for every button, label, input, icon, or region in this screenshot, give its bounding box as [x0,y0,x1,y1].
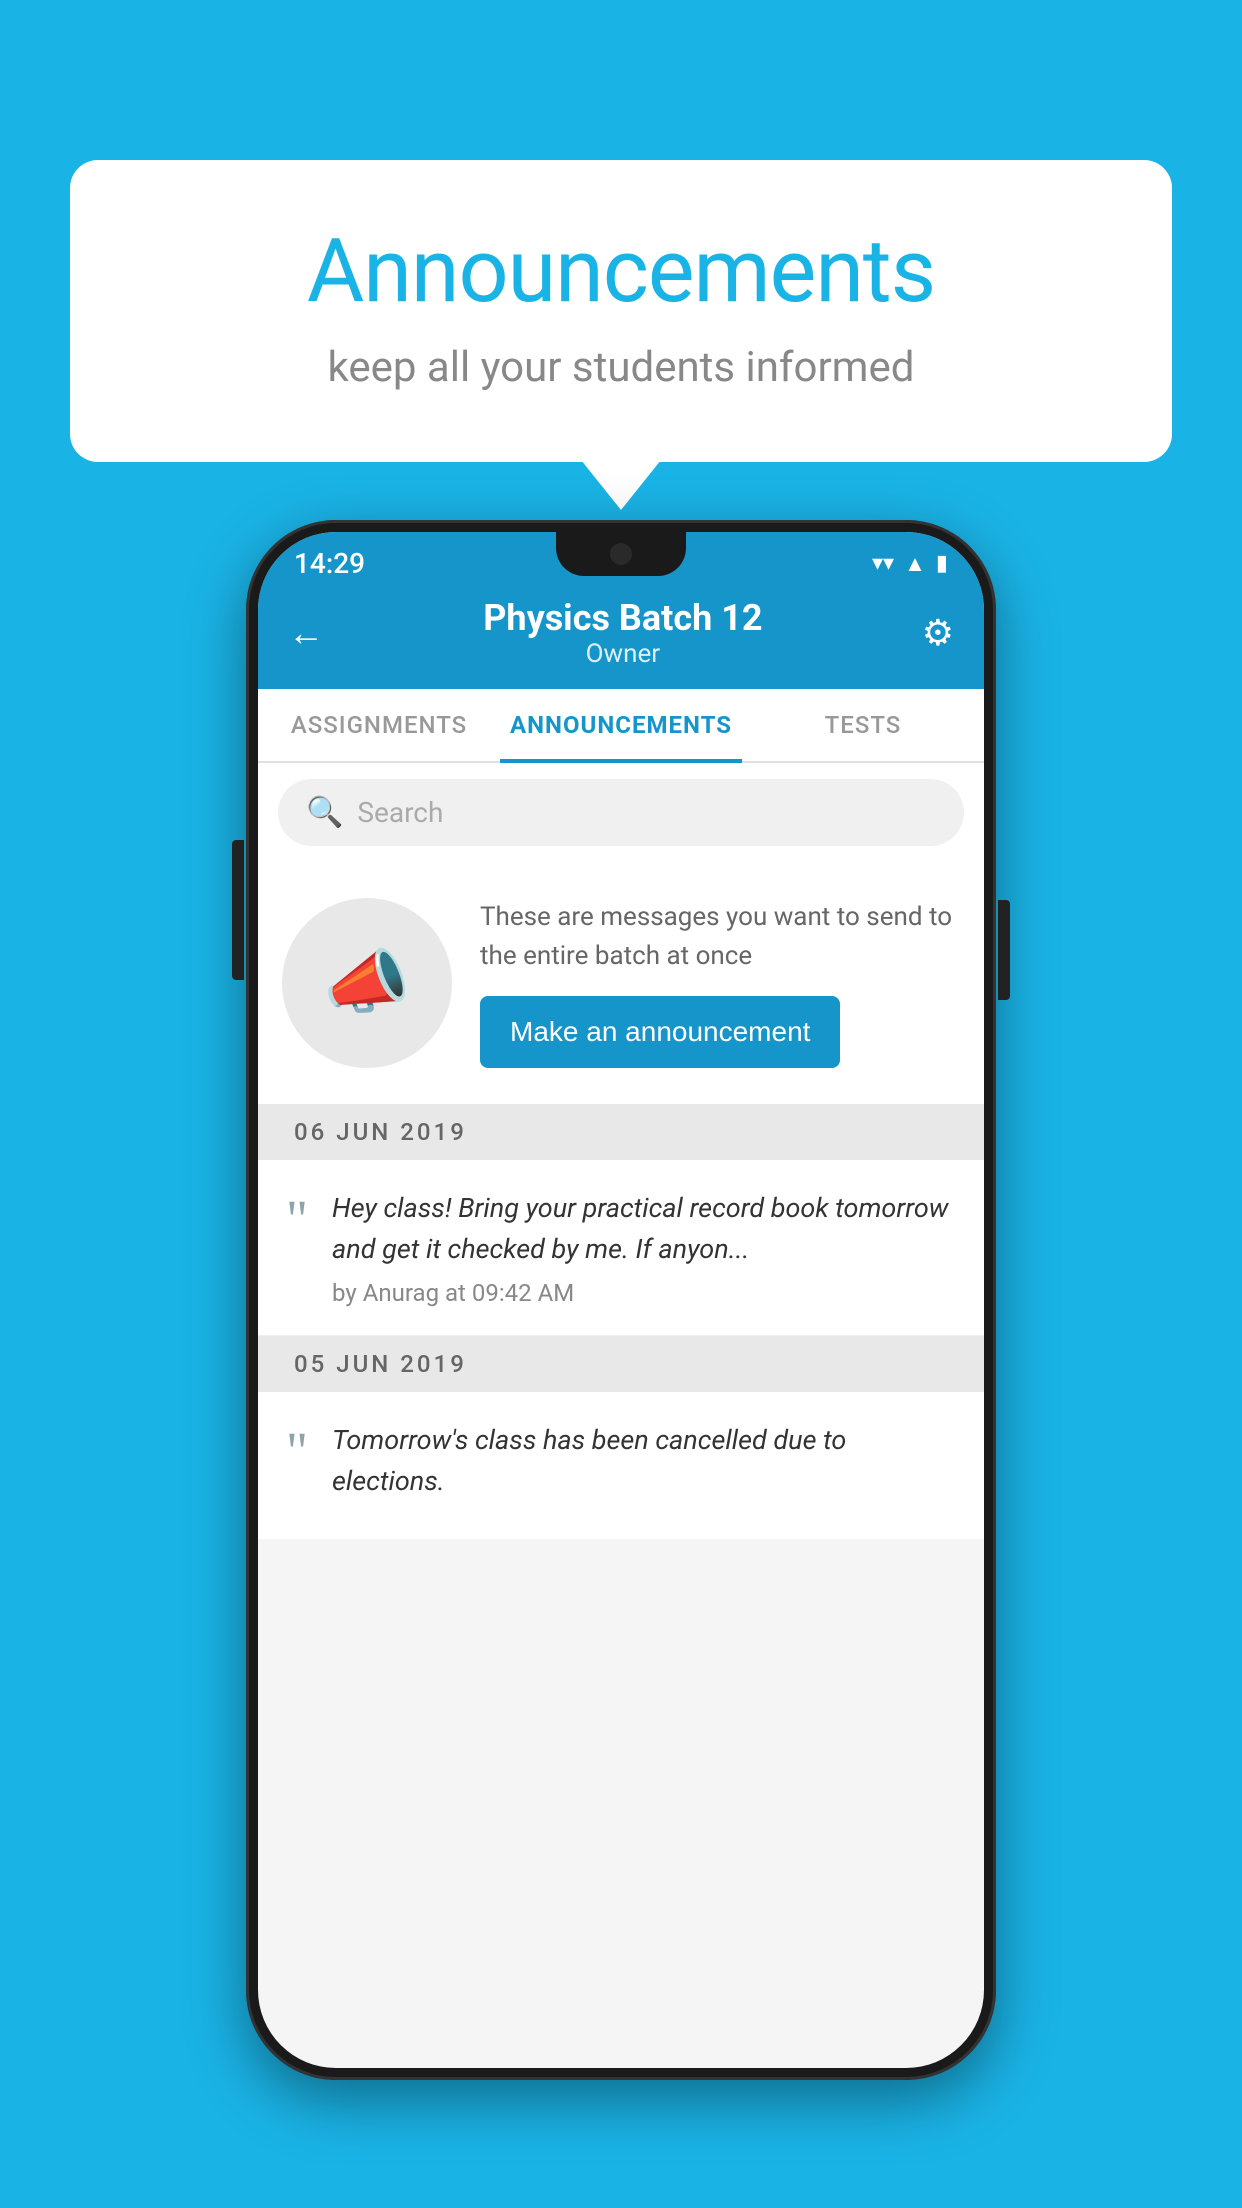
tabs-bar: ASSIGNMENTS ANNOUNCEMENTS TESTS [258,689,984,763]
megaphone-circle: 📣 [282,898,452,1068]
bubble-title: Announcements [150,220,1092,323]
front-camera [610,543,632,565]
settings-icon[interactable]: ⚙ [922,612,954,654]
tab-tests[interactable]: TESTS [742,689,984,761]
intro-section: Announcements keep all your students inf… [70,160,1172,462]
header-title: Physics Batch 12 [324,597,922,639]
phone-outer: 14:29 ▾▾ ▲ ▮ ← Physics Batch 12 Owner ⚙ [246,520,996,2080]
megaphone-icon: 📣 [323,942,410,1024]
date-separator-1: 06 JUN 2019 [258,1104,984,1160]
prompt-content: These are messages you want to send to t… [480,898,960,1068]
announcement-item-1[interactable]: " Hey class! Bring your practical record… [258,1160,984,1336]
speech-bubble: Announcements keep all your students inf… [70,160,1172,462]
announcement-meta-1: by Anurag at 09:42 AM [332,1279,956,1307]
announcement-content-2: Tomorrow's class has been cancelled due … [332,1420,956,1511]
status-time: 14:29 [294,547,365,580]
date-separator-2: 05 JUN 2019 [258,1336,984,1392]
make-announcement-button[interactable]: Make an announcement [480,996,840,1068]
signal-icon: ▲ [904,551,926,577]
announcement-prompt: 📣 These are messages you want to send to… [258,862,984,1104]
quote-icon-2: " [286,1424,308,1478]
search-input[interactable]: Search [357,796,443,829]
header-center: Physics Batch 12 Owner [324,597,922,669]
announcement-text-2: Tomorrow's class has been cancelled due … [332,1420,956,1501]
announcement-item-2[interactable]: " Tomorrow's class has been cancelled du… [258,1392,984,1539]
prompt-description: These are messages you want to send to t… [480,898,960,976]
announcement-text-1: Hey class! Bring your practical record b… [332,1188,956,1269]
quote-icon-1: " [286,1192,308,1246]
phone-screen: 14:29 ▾▾ ▲ ▮ ← Physics Batch 12 Owner ⚙ [258,532,984,2068]
tab-assignments[interactable]: ASSIGNMENTS [258,689,500,761]
bubble-subtitle: keep all your students informed [150,343,1092,392]
phone-device: 14:29 ▾▾ ▲ ▮ ← Physics Batch 12 Owner ⚙ [246,520,996,2080]
header-subtitle: Owner [324,639,922,669]
battery-icon: ▮ [936,551,948,576]
status-icons: ▾▾ ▲ ▮ [872,551,948,577]
back-button[interactable]: ← [288,612,324,654]
announcement-content-1: Hey class! Bring your practical record b… [332,1188,956,1307]
tab-announcements[interactable]: ANNOUNCEMENTS [500,689,742,761]
search-bar[interactable]: 🔍 Search [278,779,964,846]
search-container: 🔍 Search [258,763,984,862]
app-header: ← Physics Batch 12 Owner ⚙ [258,587,984,689]
wifi-icon: ▾▾ [872,551,894,576]
phone-notch [556,532,686,576]
search-icon: 🔍 [306,795,343,830]
